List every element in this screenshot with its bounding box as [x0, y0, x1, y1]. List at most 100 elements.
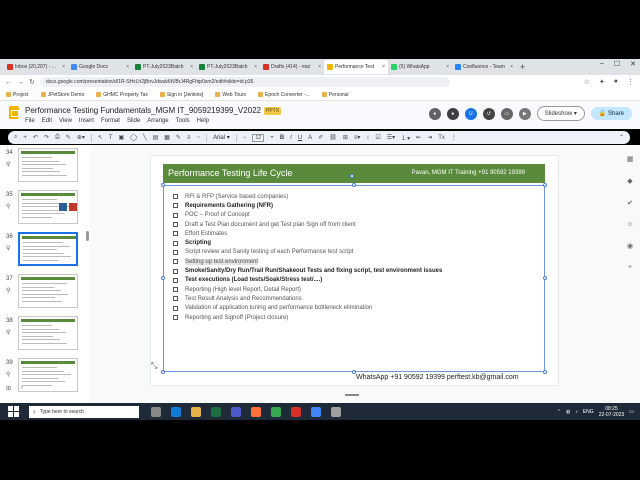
border-dash-icon[interactable]: ┄: [196, 134, 200, 141]
zoom-icon[interactable]: ⊕▾: [77, 134, 85, 141]
numbered-list-icon[interactable]: ⒈▾: [401, 133, 410, 142]
volume-icon[interactable]: ♪: [575, 409, 578, 415]
resize-handle[interactable]: [161, 183, 165, 187]
back-icon[interactable]: ←: [5, 79, 12, 86]
collapse-filmstrip-icon[interactable]: ‹: [21, 385, 23, 392]
tasks-icon[interactable]: ✔: [627, 199, 633, 207]
bullet-item[interactable]: Scripting: [173, 238, 533, 247]
slide-trainer-info[interactable]: Pavan, MGM IT Training +91 90592 19399: [412, 170, 525, 176]
menu-format[interactable]: Format: [101, 118, 120, 124]
edge-icon[interactable]: [171, 406, 181, 417]
menu-edit[interactable]: Edit: [42, 118, 52, 124]
bullet-item[interactable]: RFI & RFP (Service based companies): [173, 192, 533, 201]
language-indicator[interactable]: ENG: [583, 409, 594, 415]
menu-help[interactable]: Help: [197, 118, 209, 124]
slide-thumbnail[interactable]: [18, 274, 78, 308]
menu-insert[interactable]: Insert: [79, 118, 94, 124]
browser-tab[interactable]: (5) WhatsApp ×: [388, 60, 452, 74]
bullet-item[interactable]: Validation of application tuning and per…: [173, 304, 533, 313]
bullet-item[interactable]: Smoke/Sanity/Dry Run/Trail Run/Shakeout …: [173, 266, 533, 275]
collaborator-avatar[interactable]: ●: [428, 107, 441, 120]
collaborator-avatar[interactable]: ●: [446, 107, 459, 120]
chrome-profile-icon[interactable]: [311, 406, 321, 417]
close-tab-icon[interactable]: ×: [382, 64, 385, 70]
bullet-item[interactable]: Effort Estimates: [173, 229, 533, 238]
font-size-decrease-icon[interactable]: −: [243, 135, 247, 141]
close-tab-icon[interactable]: ×: [126, 64, 129, 70]
undo-icon[interactable]: ↶: [33, 134, 38, 141]
maps-icon[interactable]: ◉: [627, 242, 633, 250]
slides-logo-icon[interactable]: [9, 106, 19, 119]
close-tab-icon[interactable]: ×: [446, 64, 449, 70]
comment-icon[interactable]: ▭: [500, 107, 513, 120]
teams-icon[interactable]: [231, 406, 241, 417]
notes-drag-handle[interactable]: [345, 394, 359, 396]
chevron-up-icon[interactable]: ⌃: [557, 409, 561, 415]
notification-icon[interactable]: ▭: [629, 409, 634, 415]
bullet-item[interactable]: Test Result Analysis and Recommendations: [173, 294, 533, 303]
excel-icon[interactable]: [211, 406, 221, 417]
checklist-icon[interactable]: ☑: [375, 134, 380, 141]
tool-icon[interactable]: [331, 406, 341, 417]
menu-arrange[interactable]: Arrange: [147, 118, 168, 124]
bookmark-item[interactable]: Project: [6, 92, 29, 98]
bookmark-item[interactable]: JPetStore Demo: [40, 92, 84, 98]
speaker-notes-icon[interactable]: ⤡: [151, 361, 157, 371]
textbox-icon[interactable]: T: [109, 135, 113, 141]
filmstrip-scrollbar[interactable]: [86, 231, 89, 241]
chrome-icon[interactable]: [271, 406, 281, 417]
bullet-item[interactable]: Reporting and Signoff (Project closure): [173, 313, 533, 322]
bullet-item[interactable]: Requirements Gathering (NFR): [173, 201, 533, 210]
slide-footer[interactable]: WhatsApp +91 90592 19399 perftest.kb@gma…: [356, 374, 519, 381]
browser-tab[interactable]: Inbox (20,207) - ... ×: [4, 60, 68, 74]
extensions-icon[interactable]: ✦: [599, 78, 605, 86]
print-icon[interactable]: ⎙: [55, 134, 60, 141]
share-button[interactable]: 🔒 Share: [590, 107, 632, 120]
new-slide-icon[interactable]: +: [23, 135, 27, 141]
slide-thumbnail[interactable]: [18, 190, 78, 224]
font-size-increase-icon[interactable]: +: [270, 135, 274, 141]
document-title[interactable]: Performance Testing Fundamentals_MGM IT_…: [25, 106, 282, 115]
bookmark-star-icon[interactable]: ☆: [584, 78, 590, 86]
slide-thumbnail[interactable]: [18, 358, 78, 392]
browser-tab[interactable]: Confluence - Team ×: [452, 60, 516, 74]
keep-icon[interactable]: ◆: [627, 177, 632, 185]
bookmark-item[interactable]: Epoch Converter -...: [258, 92, 310, 98]
bookmark-item[interactable]: GHMC Property Tax: [96, 92, 148, 98]
add-on-icon[interactable]: +: [628, 264, 632, 271]
slide-thumbnail[interactable]: [18, 316, 78, 350]
select-icon[interactable]: ↖: [98, 134, 103, 141]
link-icon[interactable]: ⛓: [329, 134, 337, 141]
more-options-icon[interactable]: ⋮: [451, 134, 457, 141]
bookmark-item[interactable]: Web Tours: [215, 92, 246, 98]
bullet-item[interactable]: Draft a Test Plan document and get Test …: [173, 220, 533, 229]
meet-icon[interactable]: ▶: [518, 107, 531, 120]
border-weight-icon[interactable]: ≡: [187, 135, 191, 141]
shape-icon[interactable]: ◯: [130, 134, 137, 141]
bullet-item[interactable]: POC – Proof of Concept: [173, 211, 533, 220]
browser-tab[interactable]: Performance Test ×: [324, 60, 388, 74]
menu-view[interactable]: View: [59, 118, 72, 124]
close-tab-icon[interactable]: ×: [62, 64, 65, 70]
forward-icon[interactable]: →: [17, 79, 24, 86]
network-icon[interactable]: ◍: [566, 409, 570, 415]
browser-tab[interactable]: Google Docs ×: [68, 60, 132, 74]
reload-icon[interactable]: ↻: [29, 78, 35, 86]
underline-icon[interactable]: U: [298, 135, 302, 141]
menu-dots-icon[interactable]: ⋮: [627, 78, 634, 86]
search-menus-icon[interactable]: ⌕: [14, 134, 17, 141]
font-size-input[interactable]: 12: [252, 133, 265, 142]
file-explorer-icon[interactable]: [191, 406, 201, 417]
maximize-icon[interactable]: ☐: [614, 60, 620, 68]
slide-title[interactable]: Performance Testing Life Cycle: [168, 168, 292, 178]
browser-tab[interactable]: PT-July2023Batch ×: [196, 60, 260, 74]
windows-start-icon[interactable]: [8, 406, 19, 417]
bullet-item[interactable]: Reporting (High level Report, Detail Rep…: [173, 285, 533, 294]
browser-tab[interactable]: Drafts (414) - mai ×: [260, 60, 324, 74]
slideshow-button[interactable]: Slideshow ▾: [536, 106, 585, 121]
collaborator-avatar[interactable]: U: [464, 107, 477, 120]
url-input[interactable]: docs.google.com/presentation/d/1R-SHxLh2…: [39, 77, 450, 87]
new-tab-icon[interactable]: +: [520, 62, 525, 72]
close-tab-icon[interactable]: ×: [318, 64, 321, 70]
collapse-toolbar-icon[interactable]: ⌃: [619, 134, 630, 141]
